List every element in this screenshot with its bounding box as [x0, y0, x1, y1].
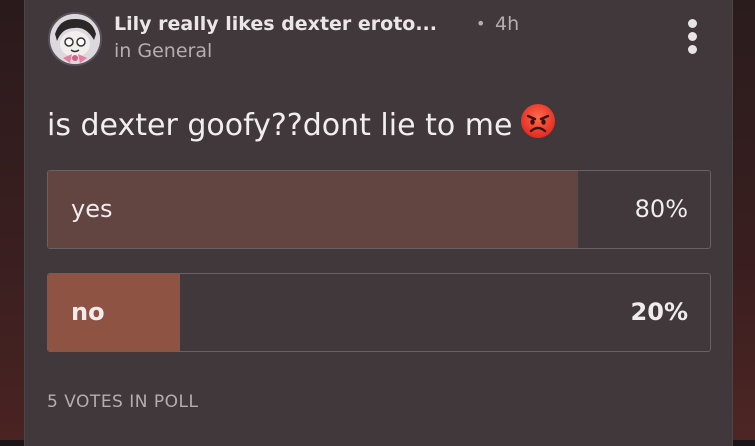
poll-option-yes[interactable]: yes 80%: [47, 170, 711, 249]
background-left: [0, 0, 24, 440]
poll-option-no-bar: [48, 274, 181, 351]
poll-option-percent: 20%: [630, 298, 688, 326]
poll-option-percent: 80%: [634, 195, 688, 223]
poll-option-label: yes: [71, 195, 113, 223]
avatar[interactable]: [48, 12, 102, 66]
vote-count: 5 VOTES IN POLL: [47, 392, 199, 412]
poll-option-no[interactable]: no 20%: [47, 273, 711, 352]
more-vertical-icon[interactable]: [681, 16, 705, 58]
poll-question-text: is dexter goofy??dont lie to me: [47, 108, 513, 143]
poll-option-yes-bar: [48, 171, 578, 248]
poll-question: is dexter goofy??dont lie to me: [47, 103, 556, 147]
separator-dot: •: [476, 14, 486, 33]
community-label[interactable]: in General: [114, 40, 212, 62]
poll-option-label: no: [71, 298, 105, 326]
username[interactable]: Lily really likes dexter eroto...: [114, 13, 437, 35]
avatar-image: [50, 14, 100, 64]
background-right: [731, 0, 755, 440]
post-time: 4h: [495, 13, 520, 35]
angry-face-emoji-icon: [520, 103, 556, 147]
post-card: Lily really likes dexter eroto... • 4h i…: [24, 0, 733, 446]
